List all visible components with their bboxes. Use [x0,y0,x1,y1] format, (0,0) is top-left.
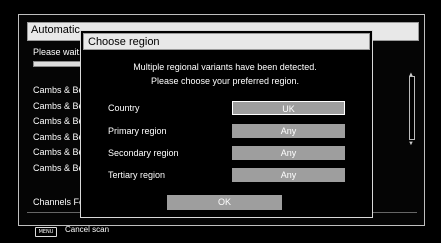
dialog-title: Choose region [83,33,370,50]
ok-button[interactable]: OK [167,195,282,210]
dialog-message: Multiple regional variants have been det… [88,60,362,88]
country-select[interactable]: UK [232,101,345,115]
primary-region-label: Primary region [108,126,167,136]
dialog-message-line: Please choose your preferred region. [150,76,300,86]
cancel-scan-label: Cancel scan [65,225,110,234]
please-wait-text: Please wait. [33,47,82,57]
tv-screen: Automatic Please wait. Cambs & Bec Cambs… [0,0,441,243]
menu-key-icon: MENU [35,227,57,237]
country-label: Country [108,103,140,113]
primary-region-select[interactable]: Any [232,124,345,138]
secondary-region-label: Secondary region [108,148,179,158]
dialog-message-line: Multiple regional variants have been det… [133,62,317,72]
tertiary-region-select[interactable]: Any [232,168,345,182]
tertiary-region-label: Tertiary region [108,170,166,180]
secondary-region-select[interactable]: Any [232,146,345,160]
scroll-down-icon: ▼ [408,141,414,147]
scrollbar[interactable] [409,76,415,140]
